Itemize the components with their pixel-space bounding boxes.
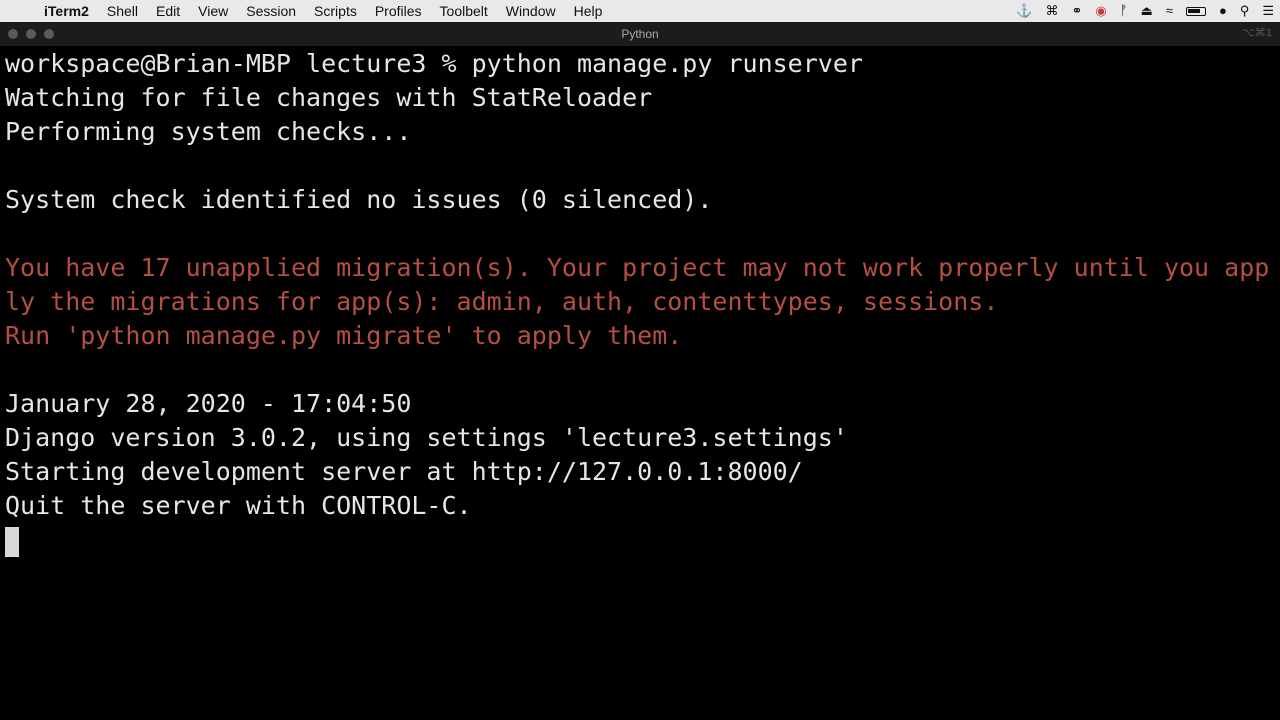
terminal-line: Starting development server at http://12… bbox=[5, 457, 803, 486]
terminal-line: You have 17 unapplied migration(s). Your… bbox=[5, 253, 1270, 282]
terminal-line: Run 'python manage.py migrate' to apply … bbox=[5, 321, 683, 350]
terminal-line: January 28, 2020 - 17:04:50 bbox=[5, 389, 412, 418]
bluetooth-icon[interactable]: ᚡ bbox=[1120, 0, 1128, 22]
record-icon[interactable]: ◉ bbox=[1095, 0, 1106, 22]
menu-app-name[interactable]: iTerm2 bbox=[40, 3, 98, 19]
terminal-line: Quit the server with CONTROL-C. bbox=[5, 491, 472, 520]
terminal-line: workspace@Brian-MBP lecture3 % python ma… bbox=[5, 49, 863, 78]
menu-window[interactable]: Window bbox=[497, 3, 565, 19]
glasses-icon[interactable]: ⚭ bbox=[1071, 0, 1082, 22]
wifi-icon[interactable]: ≈ bbox=[1166, 0, 1173, 22]
cursor-line bbox=[5, 523, 1275, 557]
menu-icon[interactable]: ☰ bbox=[1262, 0, 1274, 22]
zoom-button[interactable] bbox=[44, 29, 54, 39]
terminal-line: Watching for file changes with StatReloa… bbox=[5, 83, 653, 112]
text-cursor bbox=[5, 527, 19, 557]
menu-edit[interactable]: Edit bbox=[147, 3, 189, 19]
menu-shell[interactable]: Shell bbox=[98, 3, 147, 19]
search-icon[interactable]: ⚲ bbox=[1240, 0, 1250, 22]
battery-icon[interactable] bbox=[1185, 6, 1206, 16]
minimize-button[interactable] bbox=[26, 29, 36, 39]
terminal-output[interactable]: workspace@Brian-MBP lecture3 % python ma… bbox=[5, 47, 1275, 715]
status-area: ⚓ ⌘ ⚭ ◉ ᚡ ⏏ ≈ ● ⚲ ☰ bbox=[1016, 0, 1274, 22]
close-button[interactable] bbox=[8, 29, 18, 39]
docker-icon[interactable]: ⚓ bbox=[1016, 0, 1032, 22]
terminal-line: Django version 3.0.2, using settings 'le… bbox=[5, 423, 848, 452]
menu-bar: iTerm2 Shell Edit View Session Scripts P… bbox=[0, 0, 1280, 22]
menu-help[interactable]: Help bbox=[565, 3, 612, 19]
menu-scripts[interactable]: Scripts bbox=[305, 3, 366, 19]
terminal-line: ly the migrations for app(s): admin, aut… bbox=[5, 287, 999, 316]
menu-view[interactable]: View bbox=[189, 3, 237, 19]
menu-toolbelt[interactable]: Toolbelt bbox=[431, 3, 497, 19]
window-title-bar: Python ⌥⌘1 bbox=[0, 22, 1280, 46]
menu-session[interactable]: Session bbox=[237, 3, 305, 19]
terminal-line: System check identified no issues (0 sil… bbox=[5, 185, 713, 214]
eject-icon[interactable]: ⏏ bbox=[1141, 0, 1153, 22]
menu-profiles[interactable]: Profiles bbox=[366, 3, 431, 19]
user-icon[interactable]: ● bbox=[1219, 0, 1227, 22]
window-title: Python bbox=[621, 27, 659, 41]
terminal-line: Performing system checks... bbox=[5, 117, 412, 146]
command-icon[interactable]: ⌘ bbox=[1045, 0, 1058, 22]
window-controls bbox=[8, 29, 54, 39]
window-shortcut: ⌥⌘1 bbox=[1242, 27, 1272, 39]
